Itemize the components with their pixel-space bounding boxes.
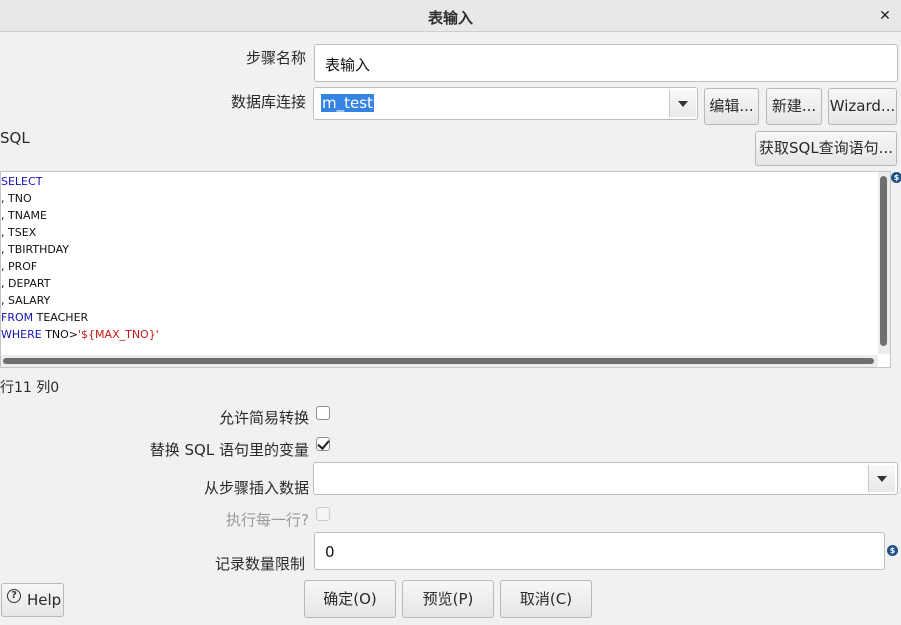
step-name-label: 步骤名称 — [245, 49, 306, 67]
wizard-button[interactable]: Wizard... — [828, 88, 897, 125]
variable-icon: $ — [891, 172, 901, 183]
lazy-conversion-checkbox[interactable] — [316, 406, 330, 420]
get-sql-button[interactable]: 获取SQL查询语句... — [755, 131, 897, 166]
insert-from-step-dropdown-button[interactable] — [868, 465, 895, 492]
sql-horizontal-scroll-thumb[interactable] — [3, 358, 874, 364]
db-connection-combo[interactable]: m_test — [313, 87, 698, 120]
insert-from-step-combo[interactable] — [313, 462, 898, 495]
cursor-position-status: 行11 列0 — [0, 380, 60, 396]
preview-button[interactable]: 预览(P) — [402, 580, 494, 618]
sql-vertical-scroll-thumb[interactable] — [880, 176, 887, 346]
step-name-input[interactable]: 表输入 — [314, 44, 898, 82]
db-connection-label: 数据库连接 — [230, 93, 306, 111]
sql-line-6: , PROF — [1, 260, 38, 273]
help-button[interactable]: ? Help — [1, 583, 64, 617]
sql-line-3: , TNAME — [1, 209, 47, 222]
step-name-value: 表输入 — [325, 56, 371, 74]
new-connection-button[interactable]: 新建... — [766, 88, 822, 125]
replace-variables-checkbox[interactable] — [316, 437, 330, 451]
db-connection-dropdown-button[interactable] — [669, 90, 696, 117]
window-title: 表输入 — [427, 9, 473, 27]
sql-line-8: , SALARY — [1, 294, 51, 307]
db-connection-value: m_test — [321, 94, 374, 112]
sql-line-1: SELECT — [1, 175, 43, 188]
chevron-down-icon — [877, 476, 887, 482]
limit-label: 记录数量限制 — [214, 555, 305, 573]
edit-connection-button[interactable]: 编辑... — [704, 88, 759, 125]
cancel-button[interactable]: 取消(C) — [500, 580, 592, 618]
ok-button[interactable]: 确定(O) — [304, 580, 396, 618]
sql-line-7: , DEPART — [1, 277, 51, 290]
execute-each-row-checkbox[interactable] — [316, 507, 330, 521]
variable-icon: $ — [887, 545, 898, 556]
replace-variables-label: 替换 SQL 语句里的变量 — [149, 441, 309, 459]
help-icon: ? — [7, 589, 21, 603]
sql-line-9: FROM TEACHER — [1, 311, 89, 324]
sql-line-5: , TBIRTHDAY — [1, 243, 70, 256]
sql-label: SQL — [0, 129, 30, 147]
limit-input[interactable]: 0 — [314, 532, 885, 570]
lazy-conversion-label: 允许简易转换 — [218, 409, 309, 427]
checkmark-icon — [317, 437, 330, 450]
chevron-down-icon — [678, 101, 688, 107]
insert-from-step-label: 从步骤插入数据 — [203, 479, 309, 497]
sql-line-10: WHERE TNO>'${MAX_TNO}' — [1, 328, 159, 341]
sql-editor[interactable]: SELECT , TNO , TNAME , TSEX , TBIRTHDAY … — [0, 171, 891, 368]
limit-value: 0 — [325, 543, 335, 561]
sql-line-2: , TNO — [1, 192, 32, 205]
help-button-label: Help — [27, 591, 62, 609]
execute-each-row-label: 执行每一行? — [226, 511, 309, 529]
sql-line-4: , TSEX — [1, 226, 37, 239]
close-icon[interactable]: ✕ — [874, 5, 896, 27]
